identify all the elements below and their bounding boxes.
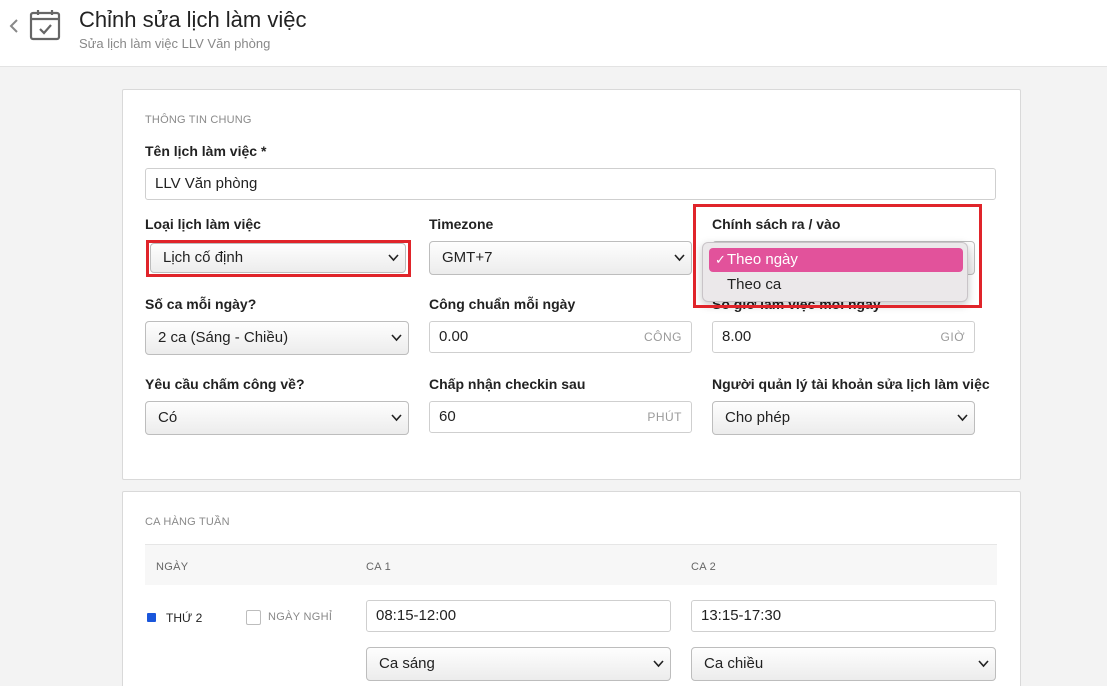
manager-edit-value: Cho phép bbox=[725, 409, 791, 426]
shift2-time-input[interactable]: 13:15-17:30 bbox=[691, 600, 996, 632]
hours-per-day-value: 8.00 bbox=[722, 328, 752, 345]
general-section-label: THÔNG TIN CHUNG bbox=[145, 114, 252, 126]
checkout-required-value: Có bbox=[158, 409, 178, 426]
chevron-down-icon bbox=[391, 414, 402, 422]
highlight-box-policy bbox=[693, 204, 982, 308]
shifts-per-day-value: 2 ca (Sáng - Chiều) bbox=[158, 329, 289, 346]
chevron-down-icon bbox=[957, 414, 968, 422]
calendar-check-icon bbox=[29, 10, 61, 41]
page-title: Chỉnh sửa lịch làm việc bbox=[79, 7, 307, 32]
workday-input[interactable]: 0.00 CÔNG bbox=[429, 321, 692, 353]
weekly-section-label: CA HÀNG TUẦN bbox=[145, 516, 230, 528]
day-off-label: NGÀY NGHỈ bbox=[268, 611, 333, 623]
col-day-header: NGÀY bbox=[156, 561, 189, 573]
weekly-table-header: NGÀY CA 1 CA 2 bbox=[145, 544, 997, 585]
workday-label: Công chuẩn mỗi ngày bbox=[429, 296, 576, 312]
manager-edit-label: Người quản lý tài khoản sửa lịch làm việ… bbox=[712, 376, 990, 392]
shift2-name-select[interactable]: Ca chiều bbox=[691, 647, 996, 681]
timezone-value: GMT+7 bbox=[442, 249, 493, 266]
day-off-checkbox[interactable] bbox=[246, 610, 261, 625]
workday-unit: CÔNG bbox=[644, 330, 682, 344]
shift1-name-value: Ca sáng bbox=[379, 655, 435, 672]
top-bar: Chỉnh sửa lịch làm việc Sửa lịch làm việ… bbox=[0, 0, 1107, 67]
col-shift1-header: CA 1 bbox=[366, 561, 392, 573]
schedule-name-value: LLV Văn phòng bbox=[155, 175, 258, 192]
shift1-time-input[interactable]: 08:15-12:00 bbox=[366, 600, 671, 632]
shift1-time-value: 08:15-12:00 bbox=[376, 607, 457, 624]
page-subtitle: Sửa lịch làm việc LLV Văn phòng bbox=[79, 36, 271, 51]
chevron-down-icon bbox=[674, 254, 685, 262]
timezone-select[interactable]: GMT+7 bbox=[429, 241, 692, 275]
schedule-name-input[interactable]: LLV Văn phòng bbox=[145, 168, 996, 200]
checkin-after-input[interactable]: 60 PHÚT bbox=[429, 401, 692, 433]
schedule-name-label: Tên lịch làm việc * bbox=[145, 143, 267, 159]
day-bullet-icon bbox=[147, 613, 156, 622]
day-label: THỨ 2 bbox=[166, 611, 203, 625]
shifts-per-day-select[interactable]: 2 ca (Sáng - Chiều) bbox=[145, 321, 409, 355]
col-shift2-header: CA 2 bbox=[691, 561, 717, 573]
workday-value: 0.00 bbox=[439, 328, 469, 345]
checkin-after-value: 60 bbox=[439, 408, 456, 425]
schedule-type-label: Loại lịch làm việc bbox=[145, 216, 261, 232]
shift2-time-value: 13:15-17:30 bbox=[701, 607, 782, 624]
checkout-required-label: Yêu cầu chấm công về? bbox=[145, 376, 305, 392]
chevron-down-icon bbox=[653, 660, 664, 668]
shifts-per-day-label: Số ca mỗi ngày? bbox=[145, 296, 257, 312]
chevron-down-icon bbox=[391, 334, 402, 342]
chevron-down-icon bbox=[978, 660, 989, 668]
checkout-required-select[interactable]: Có bbox=[145, 401, 409, 435]
shift1-name-select[interactable]: Ca sáng bbox=[366, 647, 671, 681]
checkin-after-label: Chấp nhận checkin sau bbox=[429, 376, 586, 392]
manager-edit-select[interactable]: Cho phép bbox=[712, 401, 975, 435]
shift2-name-value: Ca chiều bbox=[704, 655, 764, 672]
timezone-label: Timezone bbox=[429, 216, 494, 232]
back-chevron-icon[interactable] bbox=[6, 14, 22, 38]
checkin-after-unit: PHÚT bbox=[647, 410, 682, 424]
hours-per-day-input[interactable]: 8.00 GIỜ bbox=[712, 321, 975, 353]
hours-per-day-unit: GIỜ bbox=[940, 330, 965, 344]
highlight-box-type bbox=[146, 240, 411, 277]
